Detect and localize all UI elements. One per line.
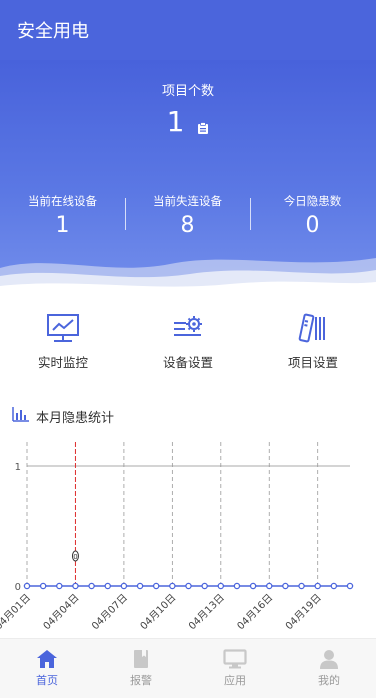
- stat-hazards-today: 今日隐患数 0: [250, 193, 375, 238]
- home-icon: [0, 649, 94, 669]
- data-point: [201, 582, 208, 590]
- x-tick-label: 04月19日: [283, 592, 324, 633]
- x-tick-label: 04月07日: [89, 592, 130, 633]
- tab-apps[interactable]: 应用: [188, 639, 282, 698]
- action-realtime-monitor[interactable]: 实时监控: [0, 312, 126, 371]
- data-point: [185, 582, 192, 590]
- data-point: [39, 582, 47, 590]
- clipboard-icon: [197, 108, 209, 141]
- data-point: [136, 582, 144, 590]
- data-point: [330, 582, 338, 590]
- tab-label: 报警: [130, 674, 152, 687]
- stat-value: 8: [180, 213, 195, 238]
- y-tick-label: 1: [15, 462, 21, 473]
- tab-mine[interactable]: 我的: [282, 639, 376, 698]
- projects-label: 项目个数: [161, 84, 214, 99]
- data-point: [249, 582, 257, 590]
- data-point: [120, 582, 128, 590]
- gear-settings-icon: [125, 312, 251, 344]
- data-point: [152, 582, 160, 590]
- projects-count-value: 1: [166, 105, 185, 138]
- data-point: [217, 582, 225, 590]
- stat-label: 当前失连设备: [153, 194, 222, 208]
- action-label: 实时监控: [37, 355, 88, 370]
- data-point: [169, 582, 176, 590]
- data-point: [72, 582, 79, 590]
- tab-bar: 首页 报警 应用 我的: [0, 638, 376, 698]
- x-tick-label: 04月16日: [235, 592, 276, 633]
- app-bar: 安全用电: [0, 0, 376, 60]
- user-icon: [282, 649, 376, 669]
- monitor-chart-icon: [0, 312, 126, 344]
- x-tick-label: 04月13日: [186, 592, 227, 633]
- tab-home[interactable]: 首页: [0, 639, 94, 698]
- stat-online-devices: 当前在线设备 1: [0, 193, 125, 238]
- data-point: [88, 582, 95, 590]
- tab-alarm[interactable]: 报警: [94, 639, 188, 698]
- summary-panel: 项目个数 1 当前在线设备 1 当前失连设备 8 今日隐患数 0: [0, 60, 376, 300]
- data-point: [346, 582, 354, 590]
- tab-label: 应用: [224, 674, 246, 687]
- action-label: 项目设置: [287, 355, 338, 370]
- action-device-settings[interactable]: 设备设置: [125, 312, 251, 371]
- data-point: [56, 582, 63, 590]
- y-tick-label: 0: [15, 582, 21, 593]
- data-point: [265, 582, 273, 590]
- tab-label: 首页: [36, 674, 58, 687]
- data-point: [298, 582, 305, 590]
- alarm-book-icon: [94, 649, 188, 669]
- app-title: 安全用电: [17, 21, 89, 42]
- stat-offline-devices: 当前失连设备 8: [125, 193, 250, 238]
- data-point: [23, 582, 31, 590]
- data-point: [282, 582, 289, 590]
- data-point: [314, 582, 321, 590]
- tooltip-marker-label: 0: [73, 553, 77, 561]
- data-point: [233, 582, 241, 590]
- action-project-settings[interactable]: 项目设置: [250, 312, 376, 371]
- x-tick-label: 04月10日: [138, 592, 179, 633]
- data-point: [104, 582, 112, 590]
- x-tick-label: 04月04日: [41, 592, 82, 633]
- wave-decoration: [0, 258, 376, 300]
- x-tick-label: 04月01日: [0, 592, 33, 633]
- project-docs-icon: [250, 312, 376, 344]
- section-title: 本月隐患统计: [36, 410, 115, 426]
- quick-actions: 实时监控 设备设置 项目设置: [0, 300, 376, 390]
- stat-label: 当前在线设备: [28, 194, 97, 208]
- action-label: 设备设置: [162, 355, 213, 370]
- stat-value: 1: [55, 213, 70, 238]
- stat-value: 0: [305, 213, 320, 238]
- hazard-line-chart[interactable]: 01004月01日 04月04日 04月07日 04月10日 04月13日 04月16日 0…: [0, 432, 376, 637]
- tab-label: 我的: [318, 674, 340, 687]
- monitor-icon: [188, 649, 282, 669]
- bar-chart-icon: [12, 406, 30, 426]
- stat-label: 今日隐患数: [283, 194, 342, 208]
- projects-count[interactable]: 1: [0, 102, 376, 141]
- section-header: 本月隐患统计: [12, 406, 114, 426]
